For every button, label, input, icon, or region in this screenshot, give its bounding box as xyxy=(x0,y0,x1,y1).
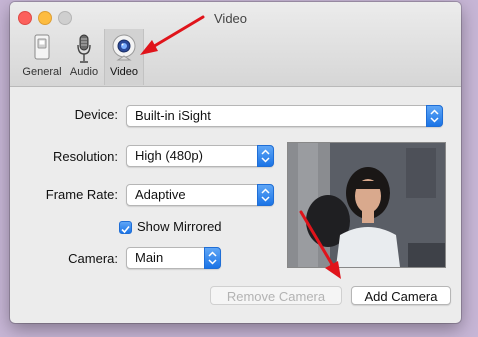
video-settings-panel: Device: Built-in iSight Resolution: High… xyxy=(30,87,451,323)
device-popup[interactable]: Built-in iSight xyxy=(126,105,443,127)
toolbar-item-general[interactable]: General xyxy=(14,29,70,85)
camera-value: Main xyxy=(135,250,164,265)
window-title: Video xyxy=(214,11,248,26)
frame-rate-popup[interactable]: Adaptive xyxy=(126,184,274,206)
close-window-button[interactable] xyxy=(18,11,32,25)
resolution-value: High (480p) xyxy=(135,148,203,163)
show-mirrored-label: Show Mirrored xyxy=(137,219,222,234)
zoom-window-button[interactable] xyxy=(58,11,72,25)
checkmark-icon xyxy=(121,225,130,234)
toolbar-item-audio[interactable]: Audio xyxy=(68,29,100,85)
device-label: Device: xyxy=(74,107,118,122)
toolbar-item-label: Audio xyxy=(69,66,99,78)
resolution-popup[interactable]: High (480p) xyxy=(126,145,274,167)
chevron-up-down-icon xyxy=(204,247,221,269)
camera-preview xyxy=(287,142,446,268)
chevron-up-down-icon xyxy=(426,105,443,127)
add-camera-button[interactable]: Add Camera xyxy=(351,286,451,305)
show-mirrored-checkbox[interactable] xyxy=(119,221,132,234)
chevron-up-down-icon xyxy=(257,184,274,206)
microphone-icon xyxy=(76,34,92,67)
camera-preview-image xyxy=(288,143,445,267)
chevron-up-down-icon xyxy=(257,145,274,167)
minimize-window-button[interactable] xyxy=(38,11,52,25)
device-value: Built-in iSight xyxy=(135,108,211,123)
frame-rate-label: Frame Rate: xyxy=(45,187,118,202)
preferences-window: Video General Audio Video Device: Built-… xyxy=(10,2,461,323)
switch-icon xyxy=(34,34,50,63)
remove-camera-button[interactable]: Remove Camera xyxy=(210,286,342,305)
resolution-label: Resolution: xyxy=(52,149,118,164)
toolbar-item-label: General xyxy=(22,66,62,78)
frame-rate-value: Adaptive xyxy=(135,187,186,202)
webcam-icon xyxy=(109,34,139,67)
toolbar-item-video[interactable]: Video xyxy=(104,29,144,85)
camera-label: Camera: xyxy=(68,251,118,266)
title-bar: Video General Audio Video xyxy=(10,2,461,87)
toolbar-item-label: Video xyxy=(110,66,138,78)
camera-popup[interactable]: Main xyxy=(126,247,221,269)
